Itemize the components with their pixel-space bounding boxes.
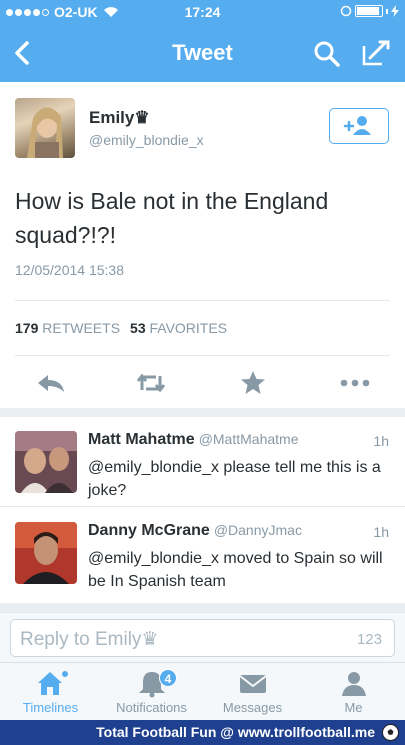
follow-button[interactable] [329,108,389,144]
retweet-label: RETWEETS [42,320,121,336]
reply-author[interactable]: Matt Mahatme @MattMahatme [88,431,299,449]
reply-text: @emily_blondie_x moved to Spain so will … [88,550,383,590]
divider [15,355,390,356]
tab-messages[interactable]: Messages [202,663,303,721]
person-icon [342,672,366,696]
reply-tweet[interactable]: Danny McGrane @DannyJmac 1h @emily_blondi… [0,508,405,596]
favorite-count: 53 [130,320,146,336]
retweet-count: 179 [15,320,39,336]
tab-bar: Timelines 4 Notifications Messages Me [0,662,405,720]
tab-label: Me [344,700,363,715]
tweet-timestamp: 12/05/2014 15:38 [15,262,124,278]
nav-bar: Tweet [0,28,405,80]
tab-label: Notifications [116,700,187,715]
reply-author-handle: @DannyJmac [213,522,302,538]
status-bar: O2-UK 17:24 [0,0,405,24]
soccer-ball-icon [382,724,399,741]
reply-time: 1h [373,433,389,449]
section-separator [0,603,405,612]
favorite-star-icon[interactable] [236,368,270,398]
add-user-icon [343,116,371,135]
author-handle[interactable]: @emily_blondie_x [89,132,204,148]
favorite-stat[interactable]: 53 FAVORITES [130,320,227,336]
reply-text: @emily_blondie_x please tell me this is … [88,459,381,499]
tab-me[interactable]: Me [303,663,404,721]
tab-label: Timelines [22,700,79,715]
reply-time: 1h [373,524,389,540]
character-count: 123 [356,631,382,648]
battery-icon [355,5,383,17]
battery-tip [386,8,388,14]
watermark-text: Total Football Fun @ www.trollfootball.m… [96,724,375,740]
retweet-icon[interactable] [134,368,168,398]
reply-placeholder: Reply to Emily♛ [20,629,159,650]
reply-author-handle: @MattMahatme [198,431,299,447]
reply-author-name: Danny McGrane [88,522,210,539]
reply-avatar[interactable] [15,431,77,493]
avatar-photo [27,107,63,158]
section-separator [0,408,405,417]
tweet-stats: 179 RETWEETS 53 FAVORITES [15,320,227,336]
author-name[interactable]: Emily♛ [89,108,150,128]
tweet-detail-screen: O2-UK 17:24 Tweet Emily♛ @emily_blondie_… [0,0,405,745]
alarm-icon [340,5,352,17]
reply-tweet[interactable]: Matt Mahatme @MattMahatme 1h @emily_blond… [0,417,405,505]
top-bar: O2-UK 17:24 Tweet [0,0,405,82]
battery-group [340,5,399,17]
reply-avatar[interactable] [15,522,77,584]
retweet-stat[interactable]: 179 RETWEETS [15,320,120,336]
divider [15,300,390,301]
author-avatar[interactable] [15,98,75,158]
search-icon[interactable] [312,36,342,70]
favorite-label: FAVORITES [149,320,228,336]
tweet-text: How is Bale not in the England squad?!?! [15,188,329,248]
watermark-banner: Total Football Fun @ www.trollfootball.m… [0,720,405,745]
tweet-actions [0,368,405,398]
reply-icon[interactable] [34,368,68,398]
more-icon[interactable] [338,368,372,398]
reply-author-name: Matt Mahatme [88,431,195,448]
reply-input[interactable]: Reply to Emily♛ 123 [10,619,395,657]
compose-icon[interactable] [360,36,392,70]
notification-badge: 4 [159,669,177,687]
home-icon [38,671,68,695]
envelope-icon [239,675,267,693]
avatar-photo [15,431,77,493]
page-title: Tweet [172,40,233,65]
charging-icon [391,5,399,17]
reply-author[interactable]: Danny McGrane @DannyJmac [88,522,302,540]
tab-timelines[interactable]: Timelines [0,663,101,721]
tab-label: Messages [222,700,283,715]
tab-notifications[interactable]: 4 Notifications [101,663,202,721]
divider [0,506,405,507]
avatar-photo [15,522,77,584]
reply-bar: Reply to Emily♛ 123 [0,612,405,662]
